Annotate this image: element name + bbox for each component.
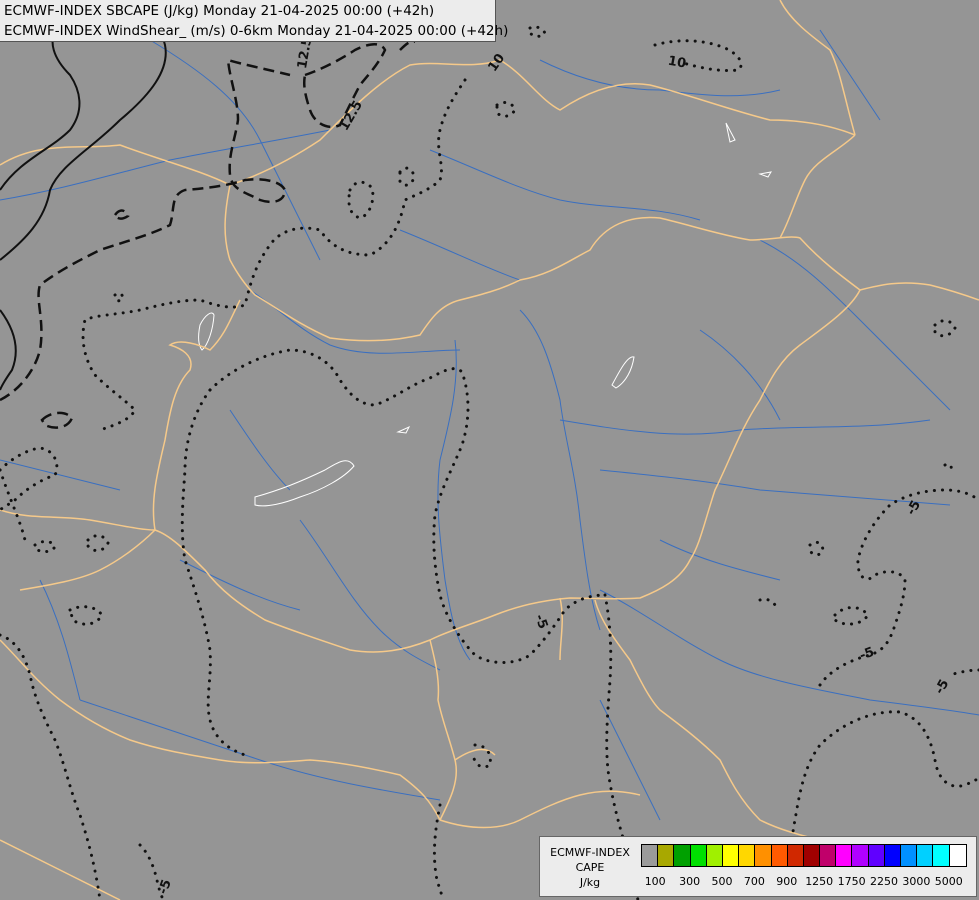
legend-swatch [706,845,723,866]
legend-swatch [868,845,885,866]
legend-swatch [658,845,675,866]
legend-swatch [820,845,837,866]
legend-swatch [852,845,869,866]
legend-color-scale [641,844,967,867]
legend-tick-label: 500 [711,875,733,888]
legend-swatch [739,845,756,866]
map-background [0,0,979,900]
legend-tick-labels: 100 300 500 700 900 1250 1750 2250 3000 5000 [641,875,967,889]
legend-tick-label: 700 [743,875,765,888]
legend-swatch [787,845,804,866]
weather-map: 12.5 12.5 10 10 -5 -5 -5 -5 -5 [0,0,979,900]
legend-tick-label: 2250 [870,875,898,888]
legend-tick-label: 100 [644,875,666,888]
map-title-box: ECMWF-INDEX SBCAPE (J/kg) Monday 21-04-2… [0,0,508,42]
legend-tick-label: 300 [679,875,701,888]
legend-swatch [836,845,853,866]
legend-swatch [755,845,772,866]
legend-swatch [690,845,707,866]
contour-label: 10 [667,54,687,72]
legend-swatch [917,845,934,866]
legend-swatch [933,845,950,866]
cape-legend: ECMWF-INDEX CAPE J/kg 100 300 500 700 900 125… [539,836,977,897]
legend-tick-label: 1250 [805,875,834,888]
legend-swatch [722,845,740,866]
legend-tick-label: 5000 [934,875,963,888]
legend-swatch [901,845,918,866]
legend-swatch [771,845,788,866]
legend-tick-label: 1750 [837,875,866,888]
legend-swatch [674,845,691,866]
map-title-windshear: ECMWF-INDEX WindShear_ (m/s) 0-6km Monda… [4,23,509,39]
legend-variable: CAPE [575,861,605,874]
legend-swatch [642,845,659,866]
legend-title: ECMWF-INDEX CAPE J/kg [544,845,636,890]
legend-swatch [803,845,821,866]
legend-source: ECMWF-INDEX [550,846,630,859]
legend-swatch [884,845,901,866]
legend-tick-label: 3000 [902,875,931,888]
legend-tick-label: 900 [776,875,798,888]
legend-swatch [949,845,966,866]
map-title-sbcape: ECMWF-INDEX SBCAPE (J/kg) Monday 21-04-2… [4,3,435,19]
legend-unit: J/kg [579,876,601,889]
